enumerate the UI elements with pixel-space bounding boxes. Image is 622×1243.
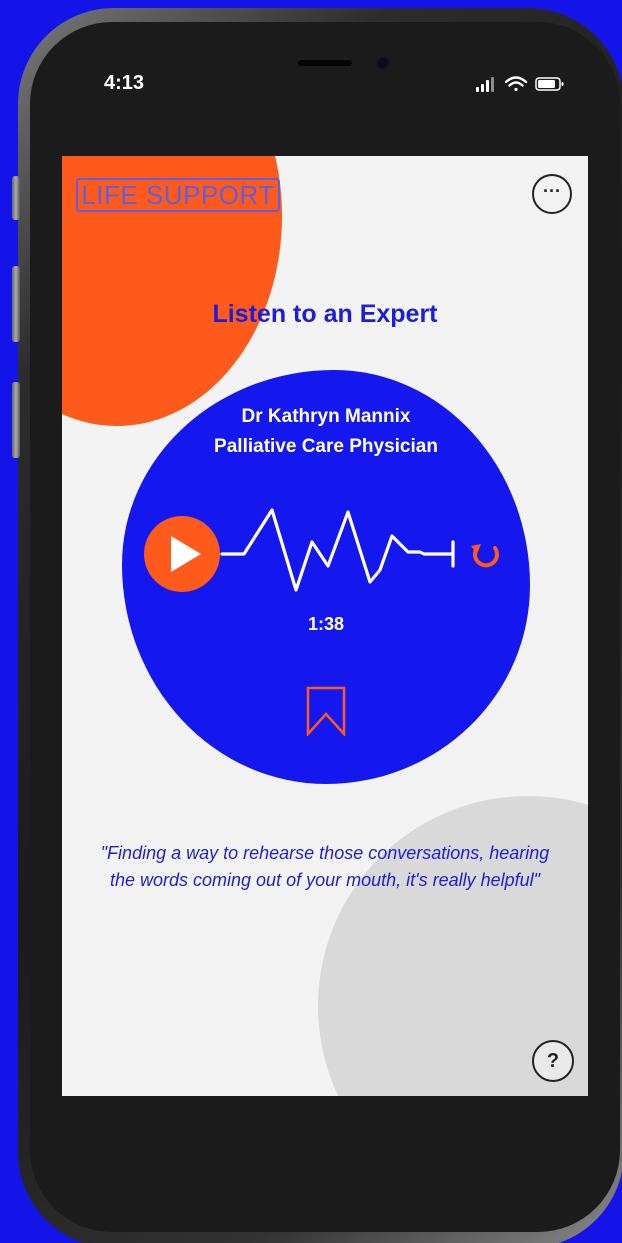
audio-waveform[interactable] <box>220 502 460 598</box>
earpiece-speaker <box>298 60 352 66</box>
volume-up-button <box>12 266 20 342</box>
mute-switch <box>12 176 20 220</box>
front-camera <box>376 56 390 70</box>
volume-down-button <box>12 382 20 458</box>
wifi-icon <box>504 76 528 92</box>
page-title: Listen to an Expert <box>212 300 438 328</box>
bookmark-button[interactable] <box>306 686 346 736</box>
signal-icon <box>476 77 494 92</box>
expert-quote: "Finding a way to rehearse those convers… <box>100 843 550 890</box>
replay-button[interactable] <box>468 536 504 572</box>
more-options-button[interactable]: ··· <box>532 174 572 214</box>
app-screen: LIFE SUPPORT ··· Listen to an Expert Dr … <box>62 156 588 1096</box>
audio-duration: 1:38 <box>307 614 345 634</box>
replay-icon <box>471 544 499 568</box>
stage: 4:13 LIFE SUPPORT ··· Listen to an Exper… <box>0 0 622 1243</box>
expert-role: Palliative Care Physician <box>214 436 438 457</box>
expert-name: Dr Kathryn Mannix <box>241 406 411 427</box>
play-icon <box>171 536 201 572</box>
play-button[interactable] <box>144 516 220 592</box>
battery-icon <box>535 77 564 91</box>
help-button[interactable]: ? <box>532 1040 574 1082</box>
screen-bottom-bezel <box>62 1096 588 1196</box>
bookmark-icon <box>306 686 346 736</box>
status-icons <box>476 76 564 92</box>
status-time: 4:13 <box>104 72 145 94</box>
life-support-logo[interactable]: LIFE SUPPORT <box>76 178 280 212</box>
